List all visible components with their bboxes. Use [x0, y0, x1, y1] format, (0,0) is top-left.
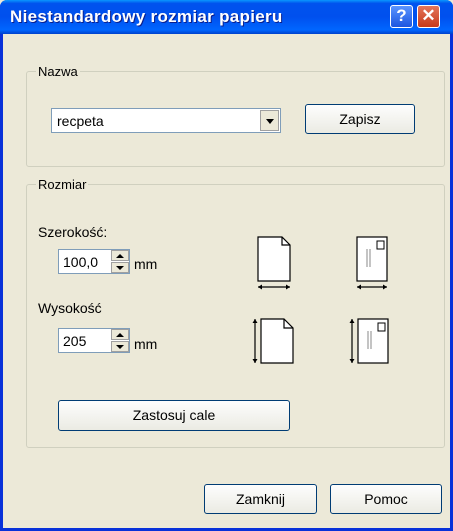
page-width-icon: [257, 236, 291, 290]
name-combobox-value: recpeta: [57, 113, 104, 129]
height-spinbox[interactable]: 205: [58, 328, 130, 353]
height-label: Wysokość: [38, 300, 102, 316]
width-label: Szerokość:: [38, 224, 108, 240]
width-increment-button[interactable]: [111, 250, 129, 261]
help-icon[interactable]: ?: [390, 5, 413, 28]
envelope-height-icon: [349, 318, 389, 364]
save-button[interactable]: Zapisz: [305, 104, 415, 134]
chevron-down-icon[interactable]: [260, 110, 279, 131]
page-height-icon: [252, 318, 294, 364]
width-spinbox[interactable]: 100,0: [58, 249, 130, 274]
name-combobox[interactable]: recpeta: [51, 108, 281, 133]
help-button[interactable]: Pomoc: [330, 484, 442, 514]
dialog-window: Niestandardowy rozmiar papieru ? ✕ Nazwa…: [0, 0, 453, 531]
name-group-legend: Nazwa: [38, 64, 78, 79]
width-unit: mm: [134, 256, 158, 272]
width-value: 100,0: [63, 254, 99, 270]
height-increment-button[interactable]: [111, 329, 129, 340]
envelope-width-icon: [356, 236, 388, 290]
height-value: 205: [63, 333, 87, 349]
width-decrement-button[interactable]: [111, 262, 129, 273]
dialog-title: Niestandardowy rozmiar papieru: [10, 7, 283, 26]
size-group-legend: Rozmiar: [38, 177, 87, 192]
close-button[interactable]: Zamknij: [204, 484, 317, 514]
height-unit: mm: [134, 336, 158, 352]
height-decrement-button[interactable]: [111, 341, 129, 352]
apply-inches-button[interactable]: Zastosuj cale: [58, 400, 290, 431]
close-icon[interactable]: ✕: [417, 5, 440, 28]
title-bar[interactable]: Niestandardowy rozmiar papieru ? ✕: [0, 0, 453, 34]
